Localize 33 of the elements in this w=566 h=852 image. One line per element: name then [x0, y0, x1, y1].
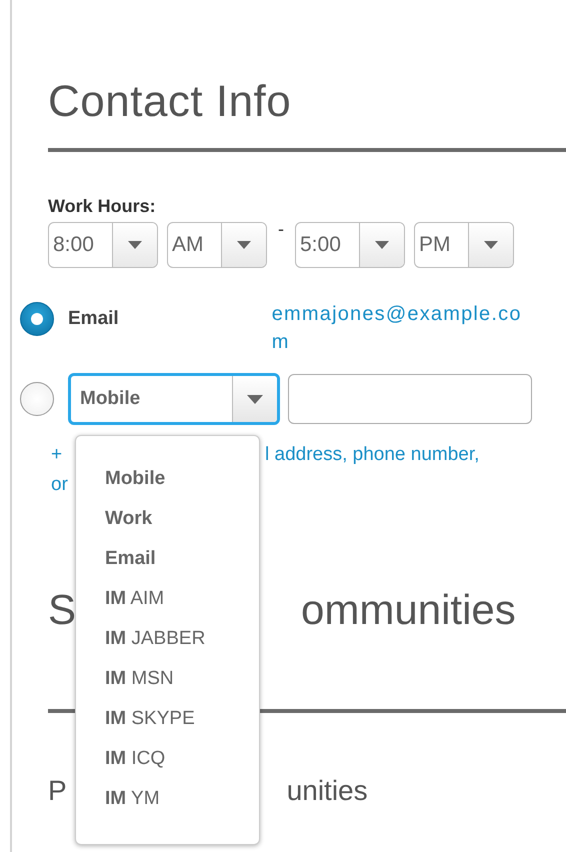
- section-heading: Contact Info: [48, 78, 292, 126]
- time-select[interactable]: PM: [414, 222, 514, 268]
- email-link[interactable]: emmajones@example.com: [272, 300, 528, 356]
- dropdown-option[interactable]: IM SKYPE: [76, 704, 259, 744]
- time-select[interactable]: 5:00: [295, 222, 405, 268]
- add-contact-link[interactable]: l address, phone number,: [265, 440, 480, 470]
- dropdown-option[interactable]: Email: [76, 544, 259, 584]
- subsection-heading: P: [48, 774, 67, 808]
- add-contact-link[interactable]: or: [51, 474, 68, 495]
- caret-icon: [237, 241, 251, 249]
- section-heading: ommunities: [301, 586, 516, 634]
- dropdown-option[interactable]: IM ICQ: [76, 744, 259, 784]
- work-hours-label: Work Hours:: [48, 196, 157, 216]
- dropdown-option[interactable]: Work: [76, 504, 259, 544]
- subsection-heading: unities: [286, 774, 368, 808]
- contact-type-select[interactable]: Mobile: [68, 373, 280, 425]
- contact-type-label: Email: [68, 307, 119, 331]
- range-separator: -: [278, 222, 284, 236]
- caret-icon: [375, 241, 389, 249]
- time-select[interactable]: AM: [167, 222, 267, 268]
- caret-icon: [128, 241, 142, 249]
- caret-icon: [247, 394, 263, 404]
- dropdown-option[interactable]: IM AIM: [76, 584, 259, 624]
- contact-value-field[interactable]: [288, 374, 532, 424]
- dropdown-option[interactable]: IM JABBER: [76, 624, 259, 664]
- caret-icon: [484, 241, 498, 249]
- time-select[interactable]: 8:00: [48, 222, 158, 268]
- dropdown-option[interactable]: IM MSN: [76, 664, 259, 704]
- radio-button[interactable]: [20, 382, 54, 416]
- section-heading: S: [48, 586, 76, 634]
- dropdown-option[interactable]: IM YM: [76, 784, 259, 824]
- radio-button[interactable]: [20, 302, 54, 336]
- dropdown-option[interactable]: Mobile: [76, 464, 259, 504]
